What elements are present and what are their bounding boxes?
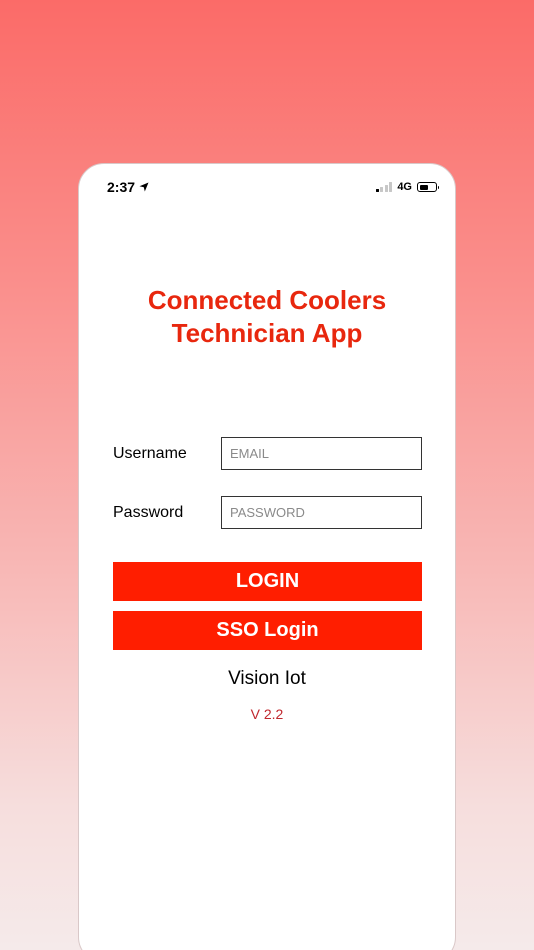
app-title: Connected Coolers Technician App bbox=[79, 284, 455, 350]
app-title-line-1: Connected Coolers bbox=[147, 285, 387, 315]
status-time: 2:37 bbox=[107, 179, 136, 195]
status-time-group: 2:37 bbox=[107, 179, 149, 195]
status-indicators: 4G bbox=[375, 181, 439, 193]
version-label: V 2.2 bbox=[250, 706, 284, 722]
app-title-line-2: Technician App bbox=[171, 318, 363, 348]
username-row: Username bbox=[113, 437, 423, 471]
status-bar: 2:37 4G bbox=[79, 164, 455, 210]
network-type: 4G bbox=[397, 181, 412, 193]
brand-name: Vision Iot bbox=[228, 668, 306, 689]
battery-level bbox=[419, 184, 428, 190]
password-input[interactable] bbox=[221, 496, 422, 529]
cellular-signal-icon bbox=[375, 182, 393, 192]
username-label: Username bbox=[113, 445, 187, 462]
login-button[interactable]: LOGIN bbox=[113, 562, 422, 601]
location-arrow-icon bbox=[139, 182, 149, 192]
sso-login-button[interactable]: SSO Login bbox=[113, 611, 422, 650]
password-label: Password bbox=[113, 504, 184, 521]
username-input[interactable] bbox=[221, 437, 422, 470]
phone-screen: 2:37 4G Connected Coolers Technician App… bbox=[78, 163, 456, 950]
password-row: Password bbox=[113, 496, 423, 530]
battery-icon bbox=[417, 182, 439, 192]
